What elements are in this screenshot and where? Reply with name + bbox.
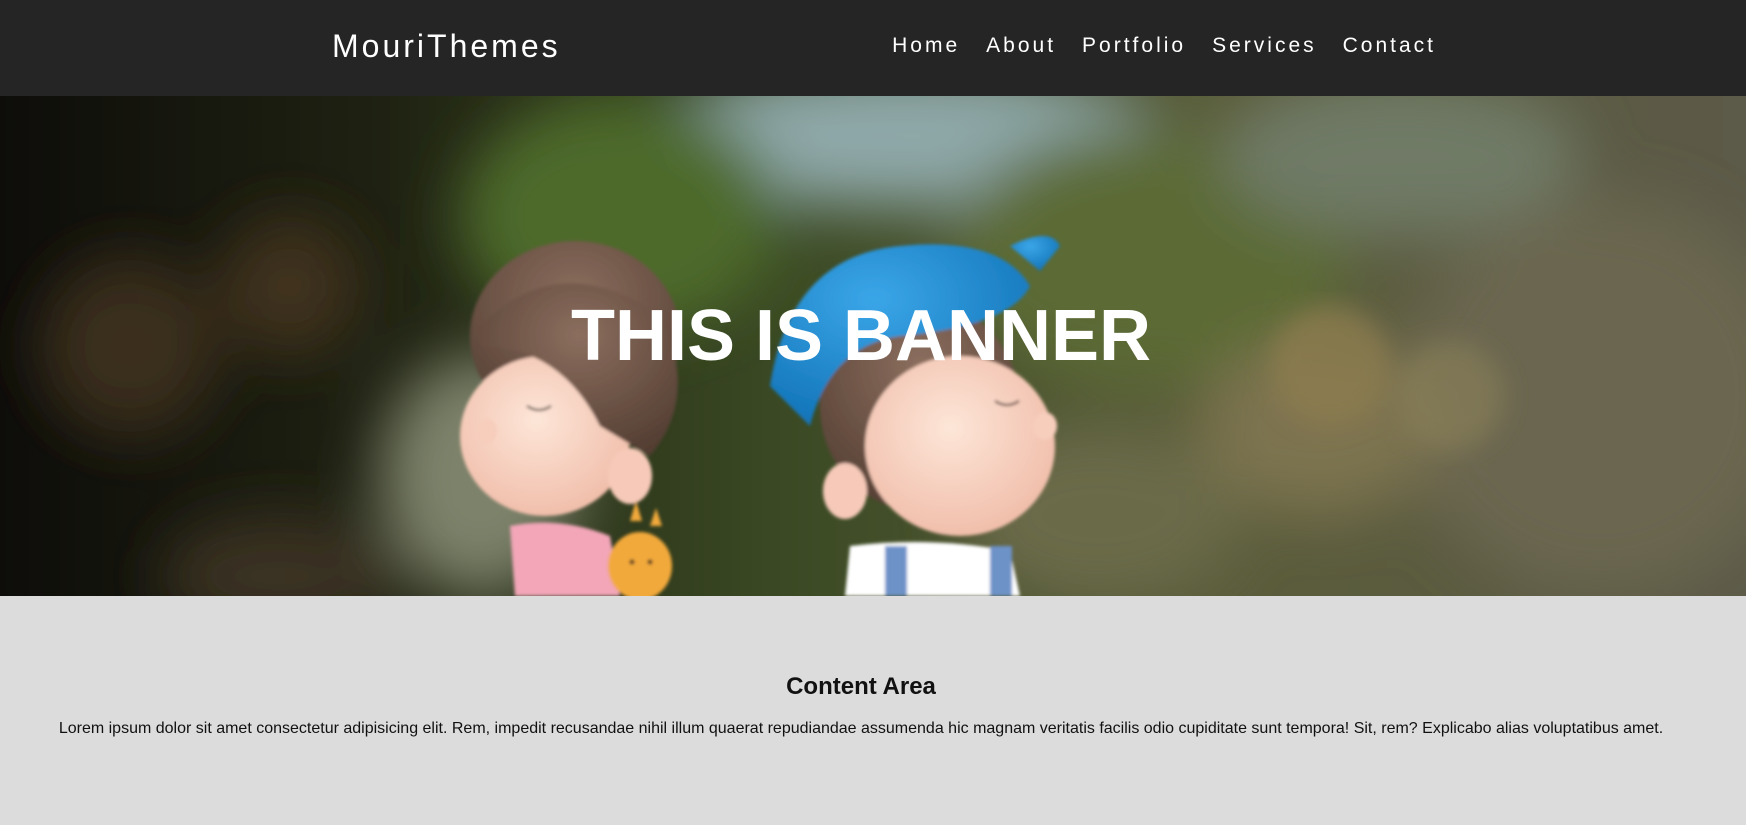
nav-menu: Home About Portfolio Services Contact	[892, 34, 1436, 58]
nav-link-home[interactable]: Home	[892, 34, 960, 57]
nav-link-portfolio[interactable]: Portfolio	[1082, 34, 1186, 57]
nav-item-about: About	[986, 34, 1056, 58]
content-text: Lorem ipsum dolor sit amet consectetur a…	[58, 720, 1664, 737]
nav-item-contact: Contact	[1343, 34, 1436, 58]
hero-banner: THIS IS BANNER	[0, 96, 1746, 596]
navbar: MouriThemes Home About Portfolio Service…	[0, 0, 1746, 96]
content-title: Content Area	[786, 673, 936, 700]
brand-logo[interactable]: MouriThemes	[332, 26, 561, 66]
content-area: Content Area Lorem ipsum dolor sit amet …	[0, 596, 1746, 825]
nav-link-contact[interactable]: Contact	[1343, 34, 1436, 57]
nav-item-home: Home	[892, 34, 960, 58]
nav-item-portfolio: Portfolio	[1082, 34, 1186, 58]
nav-link-services[interactable]: Services	[1212, 34, 1317, 57]
banner-title: THIS IS BANNER	[570, 296, 1152, 377]
nav-link-about[interactable]: About	[986, 34, 1056, 57]
nav-item-services: Services	[1212, 34, 1317, 58]
